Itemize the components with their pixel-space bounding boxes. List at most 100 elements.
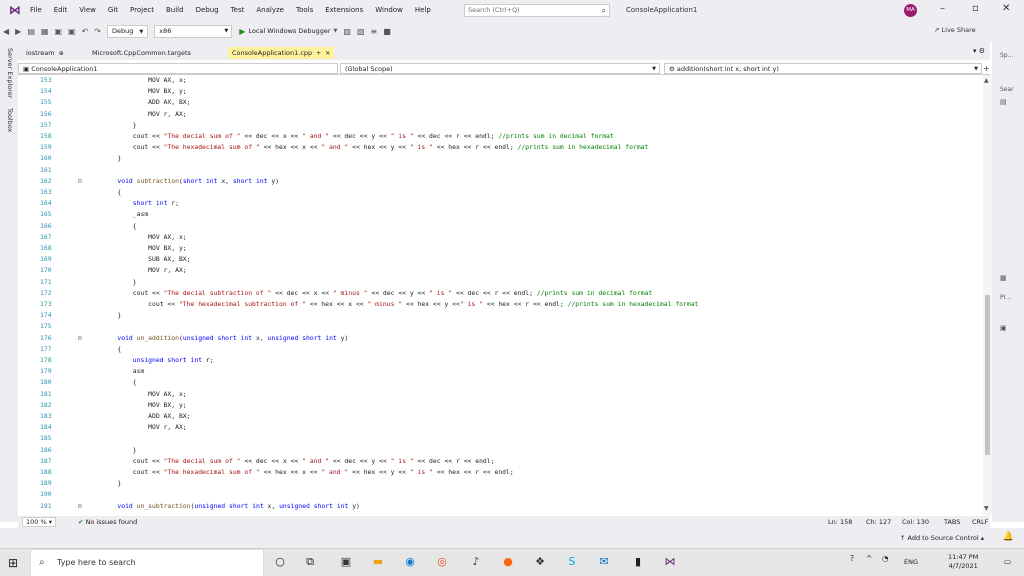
undo-icon[interactable]: ↶ (82, 27, 89, 36)
menu-help[interactable]: Help (409, 6, 437, 14)
notifications-icon[interactable]: 🔔 (1003, 532, 1014, 542)
code-line[interactable]: 153 MOV AX, x; (18, 75, 978, 86)
pin-icon[interactable]: + (316, 50, 321, 57)
code-line[interactable]: 175 (18, 321, 978, 332)
platform-dropdown[interactable]: x86 ▼ (154, 24, 233, 38)
menu-view[interactable]: View (73, 6, 102, 14)
store-icon[interactable]: ▣ (338, 554, 354, 570)
code-line[interactable]: 185 (18, 433, 978, 444)
minimize-icon[interactable]: – (940, 3, 945, 14)
fold-icon[interactable]: ⊟ (78, 501, 82, 512)
vertical-scrollbar[interactable]: ▲ ▼ (983, 75, 992, 515)
fold-icon[interactable]: ⊟ (78, 333, 82, 344)
start-debugging-icon[interactable]: ▶ (239, 27, 245, 36)
code-line[interactable]: 177 { (18, 344, 978, 355)
code-line[interactable]: 158 cout << "The decial sum of " << dec … (18, 131, 978, 142)
clock[interactable]: 11:47 PM 4/7/2021 (948, 553, 978, 571)
dropbox-icon[interactable]: ❖ (532, 554, 548, 570)
tray-chevron-icon[interactable]: ^ (866, 554, 872, 563)
line-ending-indicator[interactable]: CRLF (972, 516, 988, 528)
code-line[interactable]: 180 { (18, 377, 978, 388)
code-line[interactable]: 181 MOV AX, x; (18, 389, 978, 400)
cortana-icon[interactable]: ○ (272, 554, 288, 570)
forward-icon[interactable]: ▶ (15, 27, 21, 36)
code-line[interactable]: 176 ⊟ void un_addition(unsigned short int… (18, 333, 978, 344)
code-line[interactable]: 184 MOV r, AX; (18, 422, 978, 433)
char-indicator[interactable]: Ch: 127 (866, 516, 891, 528)
code-line[interactable]: 159 cout << "The hexadecimal sum of " <<… (18, 142, 978, 153)
terminal-icon[interactable]: ▮ (630, 554, 646, 570)
project-dropdown[interactable]: ▣ ConsoleApplication1 (18, 63, 338, 74)
scroll-down-icon[interactable]: ▼ (984, 505, 989, 512)
new-item-icon[interactable]: ▤ (27, 27, 35, 36)
live-share-button[interactable]: ↗ Live Share (934, 26, 976, 34)
member-dropdown[interactable]: ⚙ addition(short int x, short int y) ▼ (664, 63, 982, 74)
code-line[interactable]: 182 MOV BX, y; (18, 400, 978, 411)
code-line[interactable]: 168 MOV BX, y; (18, 243, 978, 254)
configuration-dropdown[interactable]: Debug ▼ (106, 24, 149, 38)
code-line[interactable]: 166 { (18, 221, 978, 232)
split-editor-icon[interactable]: + (983, 64, 992, 73)
code-line[interactable]: 188 cout << "The hexadecimal sum of " <<… (18, 467, 978, 478)
mail-icon[interactable]: ✉ (596, 554, 612, 570)
code-line[interactable]: 163 { (18, 187, 978, 198)
code-line[interactable]: 164 short int r; (18, 198, 978, 209)
server-explorer-tab[interactable]: Server Explorer (6, 48, 14, 98)
menu-test[interactable]: Test (225, 6, 251, 14)
back-icon[interactable]: ◀ (3, 27, 9, 36)
tab-overflow-icon[interactable]: ▾ ⚙ (973, 47, 985, 55)
help-icon[interactable]: ? (850, 554, 854, 563)
tabs-indicator[interactable]: TABS (944, 516, 960, 528)
tab-iostream[interactable]: iostream ⊕ (22, 47, 68, 59)
code-line[interactable]: 179 asm (18, 366, 978, 377)
comment-icon[interactable]: ≡ (371, 27, 378, 36)
menu-tools[interactable]: Tools (290, 6, 319, 14)
edge-icon[interactable]: ◉ (402, 554, 418, 570)
hot-reload-icon[interactable]: ▨ (343, 27, 351, 36)
issues-indicator[interactable]: ✔ No issues found (78, 516, 137, 528)
action-center-icon[interactable]: ▭ (1004, 557, 1011, 566)
code-line[interactable]: 169 SUB AX, BX; (18, 254, 978, 265)
code-line[interactable]: 187 cout << "The decial sum of " << dec … (18, 456, 978, 467)
menu-build[interactable]: Build (160, 6, 190, 14)
tab-consoleapplication1-cpp[interactable]: ConsoleApplication1.cpp + ✕ (228, 47, 335, 59)
code-line[interactable]: 167 MOV AX, x; (18, 232, 978, 243)
restore-icon[interactable]: ▫ (972, 3, 979, 14)
avatar[interactable]: MA (904, 4, 917, 17)
menu-file[interactable]: File (24, 6, 48, 14)
panel-icon[interactable]: ▤ (1000, 98, 1007, 106)
scope-dropdown[interactable]: (Global Scope) ▼ (340, 63, 660, 74)
code-line[interactable]: 186 } (18, 445, 978, 456)
close-tab-icon[interactable]: ✕ (325, 50, 330, 57)
taskbar-search-input[interactable]: ⌕ Type here to search (30, 549, 264, 576)
column-indicator[interactable]: Col: 130 (902, 516, 929, 528)
windows-start-icon[interactable]: ⊞ (8, 556, 22, 570)
skype-icon[interactable]: S (564, 554, 580, 570)
search-tab[interactable]: Sear (1000, 86, 1014, 93)
search-input[interactable]: Search (Ctrl+Q) ⌕ (464, 4, 610, 17)
code-line[interactable]: 157 } (18, 120, 978, 131)
code-line[interactable]: 172 cout << "The decial subtraction of "… (18, 288, 978, 299)
diagnostics-icon[interactable]: ▧ (357, 27, 365, 36)
network-icon[interactable]: ◔ (882, 554, 889, 563)
zoom-dropdown[interactable]: 100 % ▾ (22, 517, 56, 527)
code-line[interactable]: 155 ADD AX, BX; (18, 97, 978, 108)
firefox-icon[interactable]: ● (500, 554, 516, 570)
code-editor[interactable]: 153 MOV AX, x; 154 MOV BX, y; 155 ADD AX, … (18, 75, 983, 515)
code-line[interactable]: 189 } (18, 478, 978, 489)
menu-analyze[interactable]: Analyze (250, 6, 290, 14)
fold-icon[interactable]: ⊟ (78, 176, 82, 187)
visual-studio-icon[interactable]: ⋈ (662, 554, 678, 570)
menu-extensions[interactable]: Extensions (319, 6, 369, 14)
save-icon[interactable]: ▣ (54, 27, 62, 36)
code-line[interactable]: 162 ⊟ void subtraction(short int x, short… (18, 176, 978, 187)
debugger-button[interactable]: Local Windows Debugger (248, 27, 330, 35)
code-line[interactable]: 170 MOV r, AX; (18, 265, 978, 276)
code-line[interactable]: 183 ADD AX, BX; (18, 411, 978, 422)
code-line[interactable]: 160 } (18, 153, 978, 164)
panel-icon[interactable]: ▦ (1000, 274, 1007, 282)
source-control-button[interactable]: ↑ Add to Source Control ▴ (900, 534, 984, 542)
save-all-icon[interactable]: ▣ (68, 27, 76, 36)
file-explorer-icon[interactable]: ▬ (370, 554, 386, 570)
menu-git[interactable]: Git (102, 6, 124, 14)
